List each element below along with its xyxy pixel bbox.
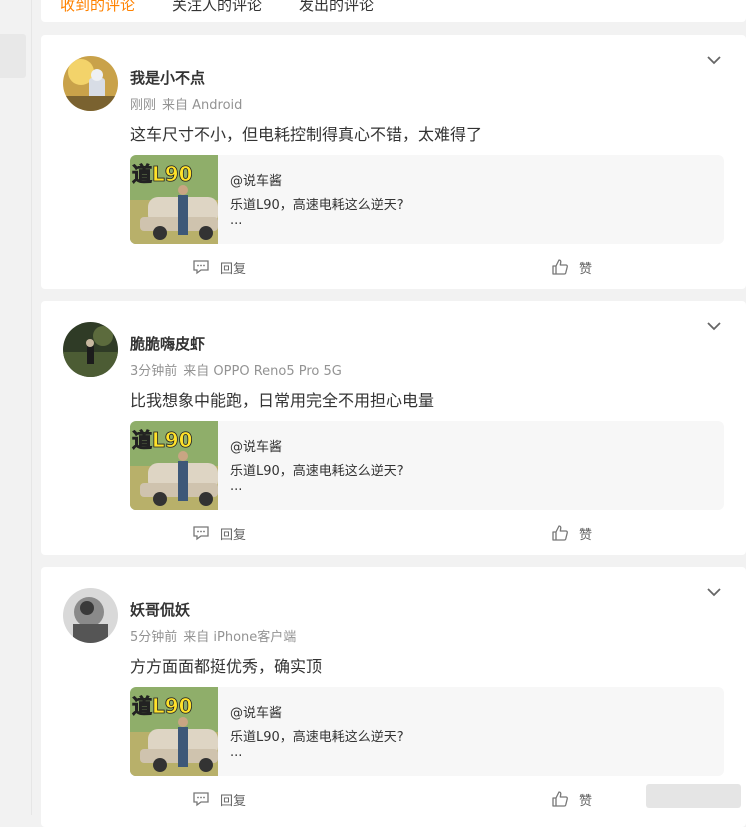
chevron-down-icon[interactable] — [705, 319, 723, 333]
like-label: 赞 — [579, 527, 593, 543]
thumbnail-title: 道L90 — [132, 694, 193, 718]
comment-time: 5分钟前 — [130, 630, 178, 645]
comment-tabs: 收到的评论 关注人的评论 发出的评论 — [41, 0, 746, 22]
reply-label: 回复 — [220, 261, 247, 277]
quoted-post[interactable]: 道L90 @说车酱 乐道L90，高速电耗这么逆天? ... — [130, 421, 724, 510]
comment-source: 来自 Android — [162, 98, 243, 113]
username[interactable]: 妖哥侃妖 — [130, 599, 190, 620]
floating-scroll-control[interactable] — [646, 784, 741, 808]
quoted-title: 乐道L90，高速电耗这么逆天? — [230, 198, 404, 213]
comment-source: 来自 OPPO Reno5 Pro 5G — [183, 364, 342, 379]
thumbs-up-icon — [552, 791, 568, 807]
post-thumbnail: 道L90 — [130, 421, 218, 510]
chevron-down-icon[interactable] — [705, 585, 723, 599]
thumbnail-title: 道L90 — [132, 162, 193, 186]
like-button[interactable]: 赞 — [551, 523, 592, 543]
quoted-ellipsis: ... — [230, 213, 243, 228]
left-sidebar — [0, 0, 32, 815]
comment-time: 3分钟前 — [130, 364, 178, 379]
tab-received-comments[interactable]: 收到的评论 — [60, 0, 135, 15]
reply-button[interactable]: 回复 — [192, 789, 246, 809]
thumbnail-title: 道L90 — [132, 428, 193, 452]
comment-meta: 刚刚 来自 Android — [130, 94, 242, 113]
comment-card: 妖哥侃妖 5分钟前 来自 iPhone客户端 方方面面都挺优秀，确实顶 道L90 … — [41, 567, 746, 827]
comment-source: 来自 iPhone客户端 — [183, 630, 297, 645]
comment-icon — [193, 526, 209, 541]
left-sidebar-tab[interactable] — [0, 34, 26, 78]
chevron-down-icon[interactable] — [705, 53, 723, 67]
comment-time: 刚刚 — [130, 98, 157, 113]
comment-icon — [193, 792, 209, 807]
reply-label: 回复 — [220, 793, 247, 809]
comment-card: 脆脆嗨皮虾 3分钟前 来自 OPPO Reno5 Pro 5G 比我想象中能跑，日… — [41, 301, 746, 555]
thumbs-up-icon — [552, 259, 568, 275]
quoted-ellipsis: ... — [230, 745, 243, 760]
comment-text: 这车尺寸不小，但电耗控制得真心不错，太难得了 — [130, 125, 483, 144]
comment-meta: 5分钟前 来自 iPhone客户端 — [130, 626, 296, 645]
comment-icon — [193, 260, 209, 275]
reply-label: 回复 — [220, 527, 247, 543]
like-button[interactable]: 赞 — [551, 257, 592, 277]
reply-button[interactable]: 回复 — [192, 523, 246, 543]
quoted-title: 乐道L90，高速电耗这么逆天? — [230, 730, 404, 745]
like-button[interactable]: 赞 — [551, 789, 592, 809]
quoted-author[interactable]: @说车酱 — [230, 702, 282, 721]
comment-card: 我是小不点 刚刚 来自 Android 这车尺寸不小，但电耗控制得真心不错，太难得… — [41, 35, 746, 289]
comment-text: 比我想象中能跑，日常用完全不用担心电量 — [130, 391, 435, 410]
quoted-title: 乐道L90，高速电耗这么逆天? — [230, 464, 404, 479]
thumbs-up-icon — [552, 525, 568, 541]
quoted-author[interactable]: @说车酱 — [230, 436, 282, 455]
avatar[interactable] — [63, 588, 118, 643]
quoted-post[interactable]: 道L90 @说车酱 乐道L90，高速电耗这么逆天? ... — [130, 155, 724, 244]
quoted-post[interactable]: 道L90 @说车酱 乐道L90，高速电耗这么逆天? ... — [130, 687, 724, 776]
tab-sent-comments[interactable]: 发出的评论 — [299, 0, 374, 15]
like-label: 赞 — [579, 261, 593, 277]
quoted-author[interactable]: @说车酱 — [230, 170, 282, 189]
username[interactable]: 脆脆嗨皮虾 — [130, 333, 205, 354]
comment-text: 方方面面都挺优秀，确实顶 — [130, 657, 323, 676]
reply-button[interactable]: 回复 — [192, 257, 246, 277]
post-thumbnail: 道L90 — [130, 687, 218, 776]
like-label: 赞 — [579, 793, 593, 809]
quoted-ellipsis: ... — [230, 479, 243, 494]
username[interactable]: 我是小不点 — [130, 67, 205, 88]
comment-meta: 3分钟前 来自 OPPO Reno5 Pro 5G — [130, 360, 342, 379]
avatar[interactable] — [63, 322, 118, 377]
post-thumbnail: 道L90 — [130, 155, 218, 244]
avatar[interactable] — [63, 56, 118, 111]
tab-following-comments[interactable]: 关注人的评论 — [172, 0, 262, 15]
